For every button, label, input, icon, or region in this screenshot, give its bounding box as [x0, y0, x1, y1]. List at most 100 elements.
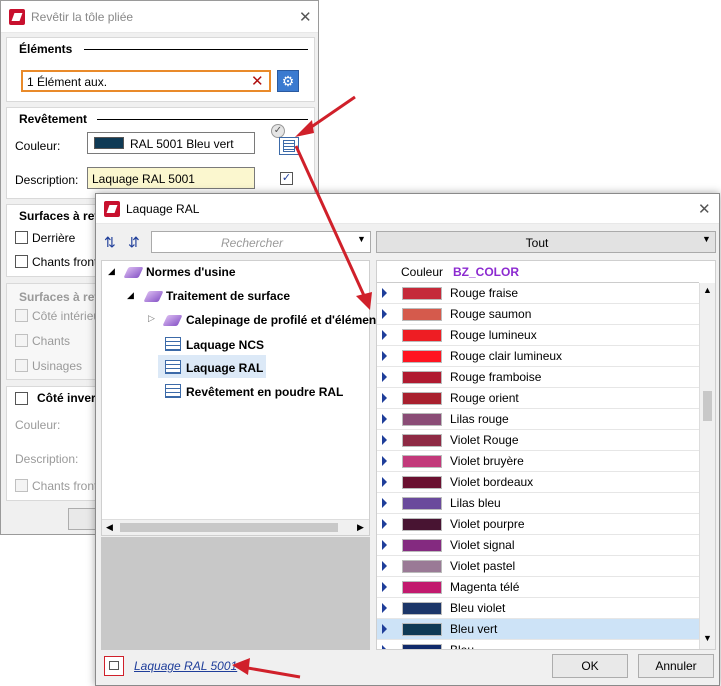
select-elements-button[interactable]: ⚙ — [277, 70, 299, 92]
ok-button[interactable]: OK — [552, 654, 628, 678]
expanded-icon[interactable]: ◢ — [108, 266, 115, 277]
color-row[interactable]: Rouge fraise — [377, 283, 699, 304]
color-name: Rouge clair lumineux — [450, 349, 563, 363]
color-swatch — [402, 497, 442, 510]
color-row[interactable]: Violet signal — [377, 535, 699, 556]
clear-icon[interactable]: ✕ — [251, 72, 264, 90]
color-row[interactable]: Violet bruyère — [377, 451, 699, 472]
color-row[interactable]: Rouge lumineux — [377, 325, 699, 346]
row-pointer-icon — [382, 603, 387, 613]
inverse-color-label: Couleur: — [15, 418, 61, 432]
color-row[interactable]: Rouge clair lumineux — [377, 346, 699, 367]
color-name: Magenta télé — [450, 580, 520, 594]
color-swatch — [402, 539, 442, 552]
scroll-down-icon[interactable]: ▼ — [703, 633, 712, 643]
surfaces-heading: Surfaces à rev — [19, 209, 102, 223]
scroll-right-icon[interactable]: ▶ — [357, 522, 364, 533]
scroll-up-icon[interactable]: ▲ — [703, 285, 712, 295]
color-name: Rouge fraise — [450, 286, 519, 300]
row-pointer-icon — [382, 561, 387, 571]
color-row[interactable]: Violet bordeaux — [377, 472, 699, 493]
elements-value: 1 Élément aux. — [27, 75, 108, 89]
cancel-button[interactable]: Annuler — [638, 654, 714, 678]
color-name: Violet signal — [450, 538, 515, 552]
search-input[interactable]: Rechercher ▼ — [151, 231, 371, 253]
color-value: RAL 5001 Bleu vert — [130, 137, 234, 151]
color-row[interactable]: Magenta télé — [377, 577, 699, 598]
collapse-all-icon[interactable]: ⇵ — [128, 234, 140, 251]
selected-color-link[interactable]: Laquage RAL 5001 — [134, 659, 237, 673]
color-row[interactable]: Rouge saumon — [377, 304, 699, 325]
elements-field[interactable]: 1 Élément aux. ✕ — [21, 70, 271, 92]
machining-label: Usinages — [32, 359, 83, 373]
edges-checkbox[interactable] — [15, 255, 28, 268]
color-label: Couleur: — [15, 139, 61, 153]
row-pointer-icon — [382, 645, 387, 649]
color-row[interactable]: Violet pastel — [377, 556, 699, 577]
description-value: Laquage RAL 5001 — [92, 172, 195, 186]
tree-item[interactable]: Normes d'usine — [146, 265, 236, 279]
scroll-left-icon[interactable]: ◀ — [106, 522, 113, 533]
color-row[interactable]: Rouge framboise — [377, 367, 699, 388]
column-header[interactable]: Couleur — [401, 265, 443, 279]
table-header: Couleur BZ_COLOR — [377, 261, 699, 283]
table-icon — [165, 360, 181, 374]
chevron-down-icon[interactable]: ▼ — [357, 234, 366, 244]
close-icon[interactable]: ✕ — [698, 200, 711, 218]
row-pointer-icon — [382, 435, 387, 445]
color-field[interactable]: RAL 5001 Bleu vert — [87, 132, 255, 154]
color-row[interactable]: Rouge orient — [377, 388, 699, 409]
preview-button[interactable] — [104, 656, 124, 676]
tree-item[interactable]: Calepinage de profilé et d'élémen — [186, 313, 376, 327]
color-name: Violet bruyère — [450, 454, 524, 468]
close-icon[interactable]: ✕ — [299, 8, 312, 26]
inverse-edges-label: Chants front — [32, 479, 98, 493]
tree-item[interactable]: Laquage RAL — [186, 361, 263, 375]
inner-label: Côté intérieu — [32, 309, 101, 323]
expanded-icon[interactable]: ◢ — [127, 290, 134, 301]
description-field[interactable]: Laquage RAL 5001 — [87, 167, 255, 189]
color-swatch — [402, 413, 442, 426]
color-row[interactable]: Lilas bleu — [377, 493, 699, 514]
color-name: Rouge saumon — [450, 307, 532, 321]
filter-select[interactable]: Tout ▼ — [376, 231, 716, 253]
inverse-edges-checkbox — [15, 479, 28, 492]
color-row[interactable]: Violet pourpre — [377, 514, 699, 535]
back-label: Derrière — [32, 231, 76, 245]
description-checkbox[interactable]: ✓ — [280, 172, 293, 185]
surfaces2-heading: Surfaces à rev — [19, 290, 102, 304]
collapsed-icon[interactable]: ▷ — [148, 313, 155, 324]
color-swatch — [402, 581, 442, 594]
color-row[interactable]: Violet Rouge — [377, 430, 699, 451]
color-swatch — [402, 602, 442, 615]
color-row[interactable]: Bleu violet — [377, 598, 699, 619]
color-catalog-button[interactable] — [279, 137, 299, 155]
edges2-label: Chants — [32, 334, 71, 348]
column-header[interactable]: BZ_COLOR — [453, 265, 519, 279]
color-name: Lilas rouge — [450, 412, 509, 426]
scroll-thumb[interactable] — [703, 391, 712, 421]
row-pointer-icon — [382, 288, 387, 298]
image-icon — [109, 661, 119, 670]
row-pointer-icon — [382, 456, 387, 466]
color-name: Violet pastel — [450, 559, 516, 573]
edges-label: Chants front — [32, 255, 98, 269]
vertical-scrollbar[interactable]: ▲ ▼ — [699, 283, 715, 649]
horizontal-scrollbar[interactable]: ◀ ▶ — [102, 519, 369, 535]
tree-item[interactable]: Laquage NCS — [186, 338, 264, 352]
color-swatch — [402, 518, 442, 531]
color-name: Bleu vert — [450, 622, 498, 636]
scroll-thumb[interactable] — [120, 523, 338, 532]
tree-panel: ◢ Normes d'usine ◢ Traitement de surface… — [101, 260, 376, 536]
color-row[interactable]: Lilas rouge — [377, 409, 699, 430]
inverse-desc-label: Description: — [15, 452, 79, 466]
color-row[interactable]: Bleu vert — [377, 619, 699, 640]
color-swatch — [94, 137, 124, 149]
inverse-checkbox[interactable] — [15, 392, 28, 405]
tree-item[interactable]: Revêtement en poudre RAL — [186, 385, 343, 399]
back-checkbox[interactable] — [15, 231, 28, 244]
filter-value: Tout — [525, 236, 549, 250]
tree-item[interactable]: Traitement de surface — [166, 289, 290, 303]
color-row[interactable]: Bleu... — [377, 640, 699, 649]
expand-all-icon[interactable]: ⇅ — [104, 234, 116, 251]
